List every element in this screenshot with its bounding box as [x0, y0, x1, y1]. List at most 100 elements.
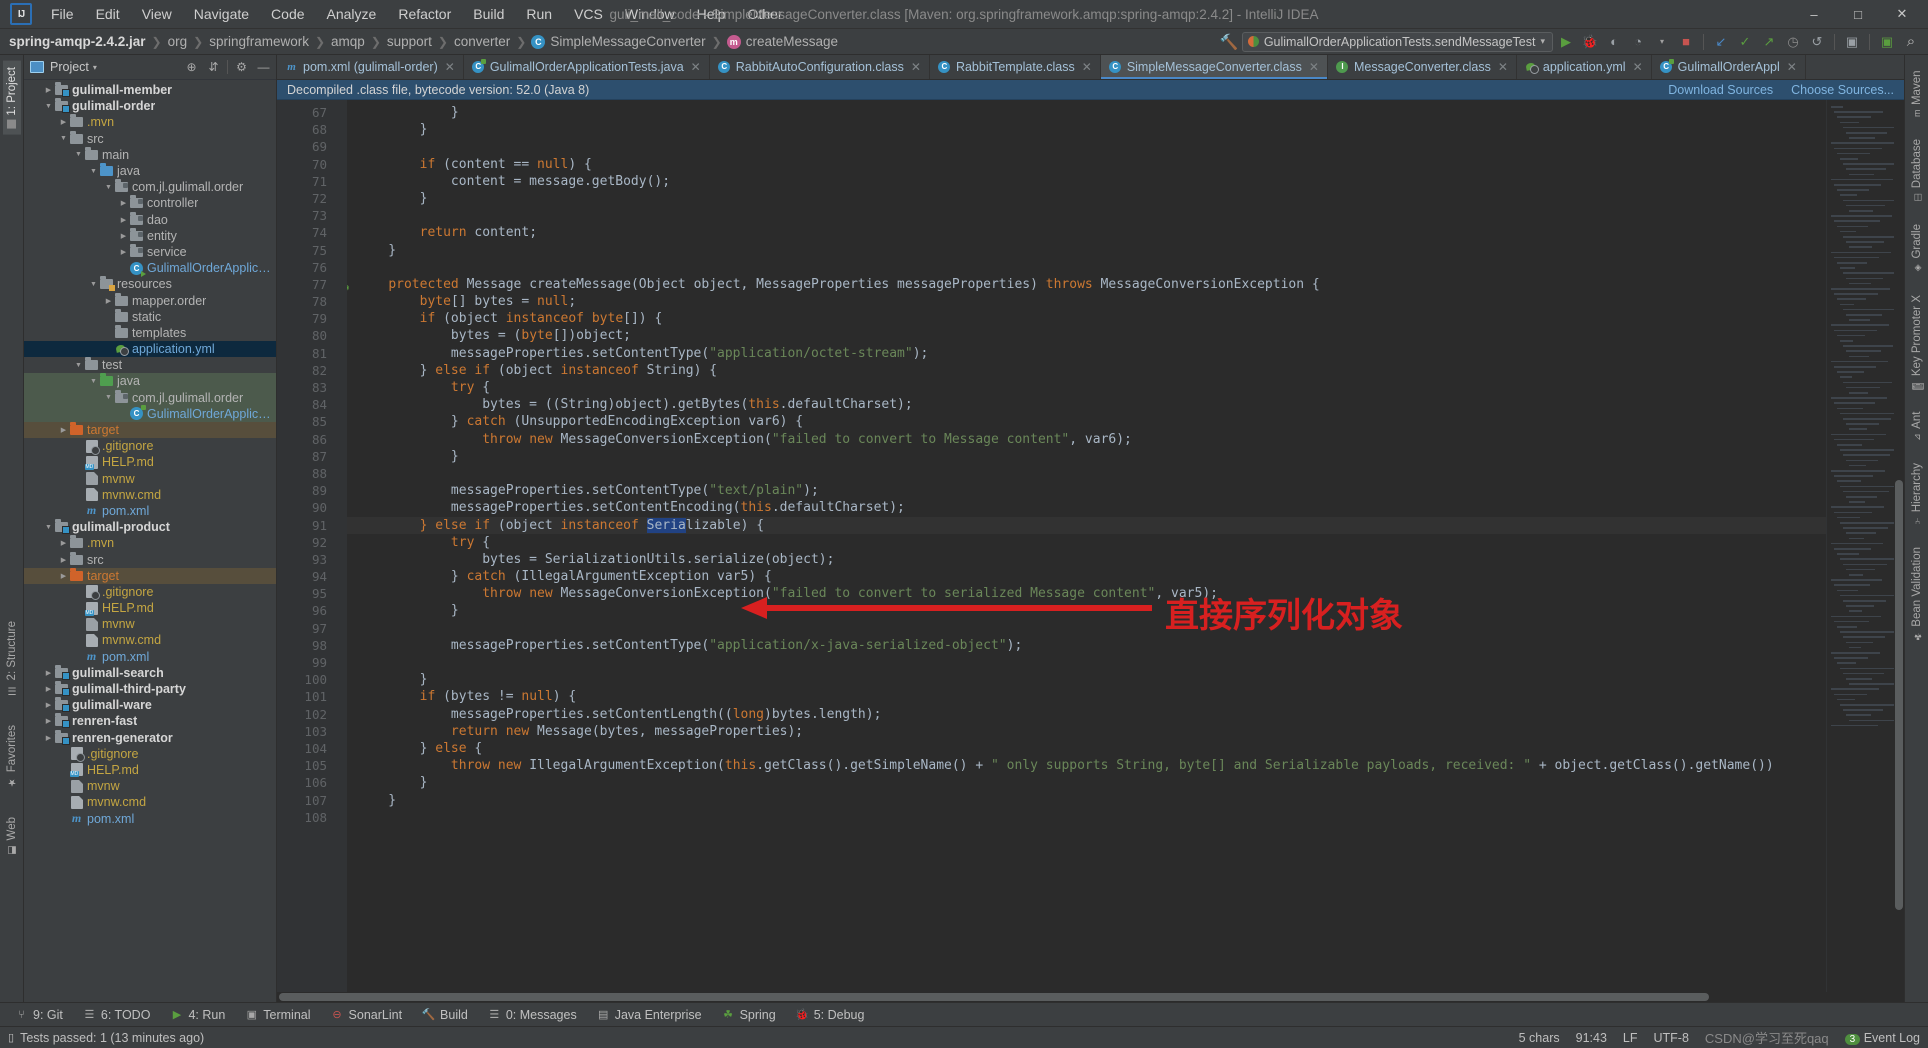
close-icon[interactable]: ✕: [1498, 60, 1508, 74]
menu-navigate[interactable]: Navigate: [183, 2, 260, 26]
scrollbar-thumb-horizontal[interactable]: [279, 993, 1709, 1001]
tool-window-button[interactable]: ⊖ SonarLint: [322, 1006, 412, 1024]
chevron-right-icon[interactable]: ▶: [103, 297, 114, 305]
tree-item[interactable]: HELP.md: [24, 600, 276, 616]
tree-item[interactable]: mvnw: [24, 471, 276, 487]
tree-item[interactable]: ▶ service: [24, 243, 276, 260]
tree-item[interactable]: .gitignore: [24, 584, 276, 601]
tree-item[interactable]: ▼ com.jl.gulimall.order: [24, 389, 276, 406]
line-number[interactable]: 81: [277, 345, 335, 362]
menu-edit[interactable]: Edit: [85, 2, 131, 26]
menu-view[interactable]: View: [131, 2, 183, 26]
code-line[interactable]: }: [347, 104, 1826, 121]
editor-tab[interactable]: C RabbitTemplate.class ✕: [930, 55, 1101, 79]
line-number[interactable]: 74: [277, 224, 335, 241]
menu-code[interactable]: Code: [260, 2, 315, 26]
maximize-button[interactable]: □: [1836, 0, 1880, 28]
line-number[interactable]: 102: [277, 706, 335, 723]
tree-item[interactable]: ▶ gulimall-member: [24, 82, 276, 98]
menu-file[interactable]: File: [40, 2, 85, 26]
step-into-icon[interactable]: ↙: [1710, 32, 1732, 52]
chevron-down-icon[interactable]: ▼: [73, 362, 84, 369]
tool-window-button[interactable]: ▶ 4: Run: [161, 1006, 234, 1024]
code-line[interactable]: [347, 259, 1826, 276]
breadcrumb-amqp[interactable]: amqp: [330, 34, 366, 49]
editor-scrollbar-horizontal[interactable]: [277, 992, 1904, 1002]
code-line[interactable]: [347, 809, 1826, 826]
code-line[interactable]: return content;: [347, 224, 1826, 241]
breadcrumb-jar[interactable]: spring-amqp-2.4.2.jar: [8, 34, 147, 49]
sidebar-item-hierarchy[interactable]: ⑂ Hierarchy: [1908, 457, 1926, 531]
code-minimap[interactable]: [1826, 100, 1904, 992]
tool-window-button[interactable]: ☘ Spring: [713, 1006, 785, 1024]
sidebar-item-web[interactable]: ◧ Web: [3, 811, 21, 861]
code-line[interactable]: protected Message createMessage(Object o…: [347, 276, 1826, 293]
close-icon[interactable]: ✕: [1309, 60, 1319, 74]
tree-item[interactable]: templates: [24, 324, 276, 341]
editor-tab[interactable]: C SimpleMessageConverter.class ✕: [1100, 55, 1328, 79]
code-line[interactable]: }: [347, 448, 1826, 465]
tool-window-button[interactable]: ☰ 6: TODO: [74, 1006, 160, 1024]
chevron-right-icon[interactable]: ▶: [118, 199, 129, 207]
code-line[interactable]: [347, 207, 1826, 224]
chevron-right-icon[interactable]: ▶: [43, 669, 54, 677]
line-separator[interactable]: LF: [1623, 1031, 1638, 1045]
chevron-right-icon[interactable]: ▶: [118, 248, 129, 256]
code-line[interactable]: byte[] bytes = null;: [347, 293, 1826, 310]
tree-item[interactable]: ▶ .mvn: [24, 114, 276, 130]
sidebar-item-structure[interactable]: ☰ 2: Structure: [3, 615, 21, 701]
line-number[interactable]: 92−: [277, 534, 347, 551]
line-number[interactable]: 93: [277, 551, 335, 568]
tree-item[interactable]: ▶ dao: [24, 211, 276, 228]
editor-scrollbar-vertical[interactable]: [1894, 100, 1904, 992]
code-line[interactable]: } catch (UnsupportedEncodingException va…: [347, 413, 1826, 430]
sidebar-item-bean-validation[interactable]: ☘ Bean Validation: [1908, 541, 1926, 647]
code-line[interactable]: } else if (object instanceof String) {: [347, 362, 1826, 379]
sidebar-item-maven[interactable]: m Maven: [1908, 65, 1926, 123]
close-icon[interactable]: ✕: [1082, 60, 1092, 74]
code-line[interactable]: }: [347, 602, 1826, 619]
code-line[interactable]: return new Message(bytes, messagePropert…: [347, 723, 1826, 740]
tree-item[interactable]: HELP.md: [24, 454, 276, 470]
tree-item[interactable]: ▶ controller: [24, 195, 276, 211]
download-sources-link[interactable]: Download Sources: [1668, 83, 1773, 97]
editor-tab[interactable]: C RabbitAutoConfiguration.class ✕: [710, 55, 930, 79]
line-number[interactable]: 105: [277, 757, 335, 774]
tool-window-button[interactable]: 🔨 Build: [413, 1006, 477, 1024]
line-number[interactable]: 101−: [277, 688, 347, 705]
tool-window-button[interactable]: ⑂ 9: Git: [6, 1006, 72, 1024]
tree-item[interactable]: ▼ main: [24, 146, 276, 163]
tree-item[interactable]: ▶ target: [24, 567, 276, 584]
line-number[interactable]: 103: [277, 723, 335, 740]
code-line[interactable]: } else {: [347, 740, 1826, 757]
chevron-down-icon[interactable]: ▼: [88, 281, 99, 288]
breadcrumb-method[interactable]: createMessage: [745, 34, 839, 49]
chevron-right-icon[interactable]: ▶: [58, 426, 69, 434]
tool-window-button[interactable]: ▣ Terminal: [236, 1006, 319, 1024]
chevron-right-icon[interactable]: ▶: [43, 685, 54, 693]
breadcrumb-support[interactable]: support: [386, 34, 433, 49]
line-number[interactable]: 77−◉: [277, 276, 349, 293]
line-number[interactable]: 98: [277, 637, 335, 654]
code-line[interactable]: [347, 465, 1826, 482]
line-number[interactable]: 86: [277, 431, 335, 448]
code-line[interactable]: messageProperties.setContentLength((long…: [347, 706, 1826, 723]
line-number-gutter[interactable]: 67−68−6970−7172−737475−7677−◉7879−808182…: [277, 100, 349, 992]
sidebar-item-key-promoter[interactable]: ⌨ Key Promoter X: [1908, 289, 1926, 396]
line-number[interactable]: 69: [277, 138, 335, 155]
tree-item[interactable]: ▶ gulimall-search: [24, 664, 276, 681]
file-encoding[interactable]: UTF-8: [1654, 1031, 1689, 1045]
search-everywhere-icon[interactable]: ⌕: [1900, 32, 1922, 52]
tree-item[interactable]: ▶ .mvn: [24, 535, 276, 551]
locate-icon[interactable]: ⊕: [183, 59, 200, 76]
editor-tab[interactable]: m pom.xml (gulimall-order) ✕: [277, 55, 464, 79]
make-project-icon[interactable]: 🔨: [1218, 32, 1240, 52]
sidebar-item-project[interactable]: 1: Project: [2, 61, 21, 135]
tree-item[interactable]: static: [24, 308, 276, 325]
line-number[interactable]: 99: [277, 654, 335, 671]
code-line[interactable]: }: [347, 671, 1826, 688]
step-out-icon[interactable]: ↗: [1758, 32, 1780, 52]
menu-other[interactable]: Other: [736, 2, 793, 26]
code-line[interactable]: if (content == null) {: [347, 156, 1826, 173]
chevron-down-icon[interactable]: ▾: [93, 63, 97, 72]
